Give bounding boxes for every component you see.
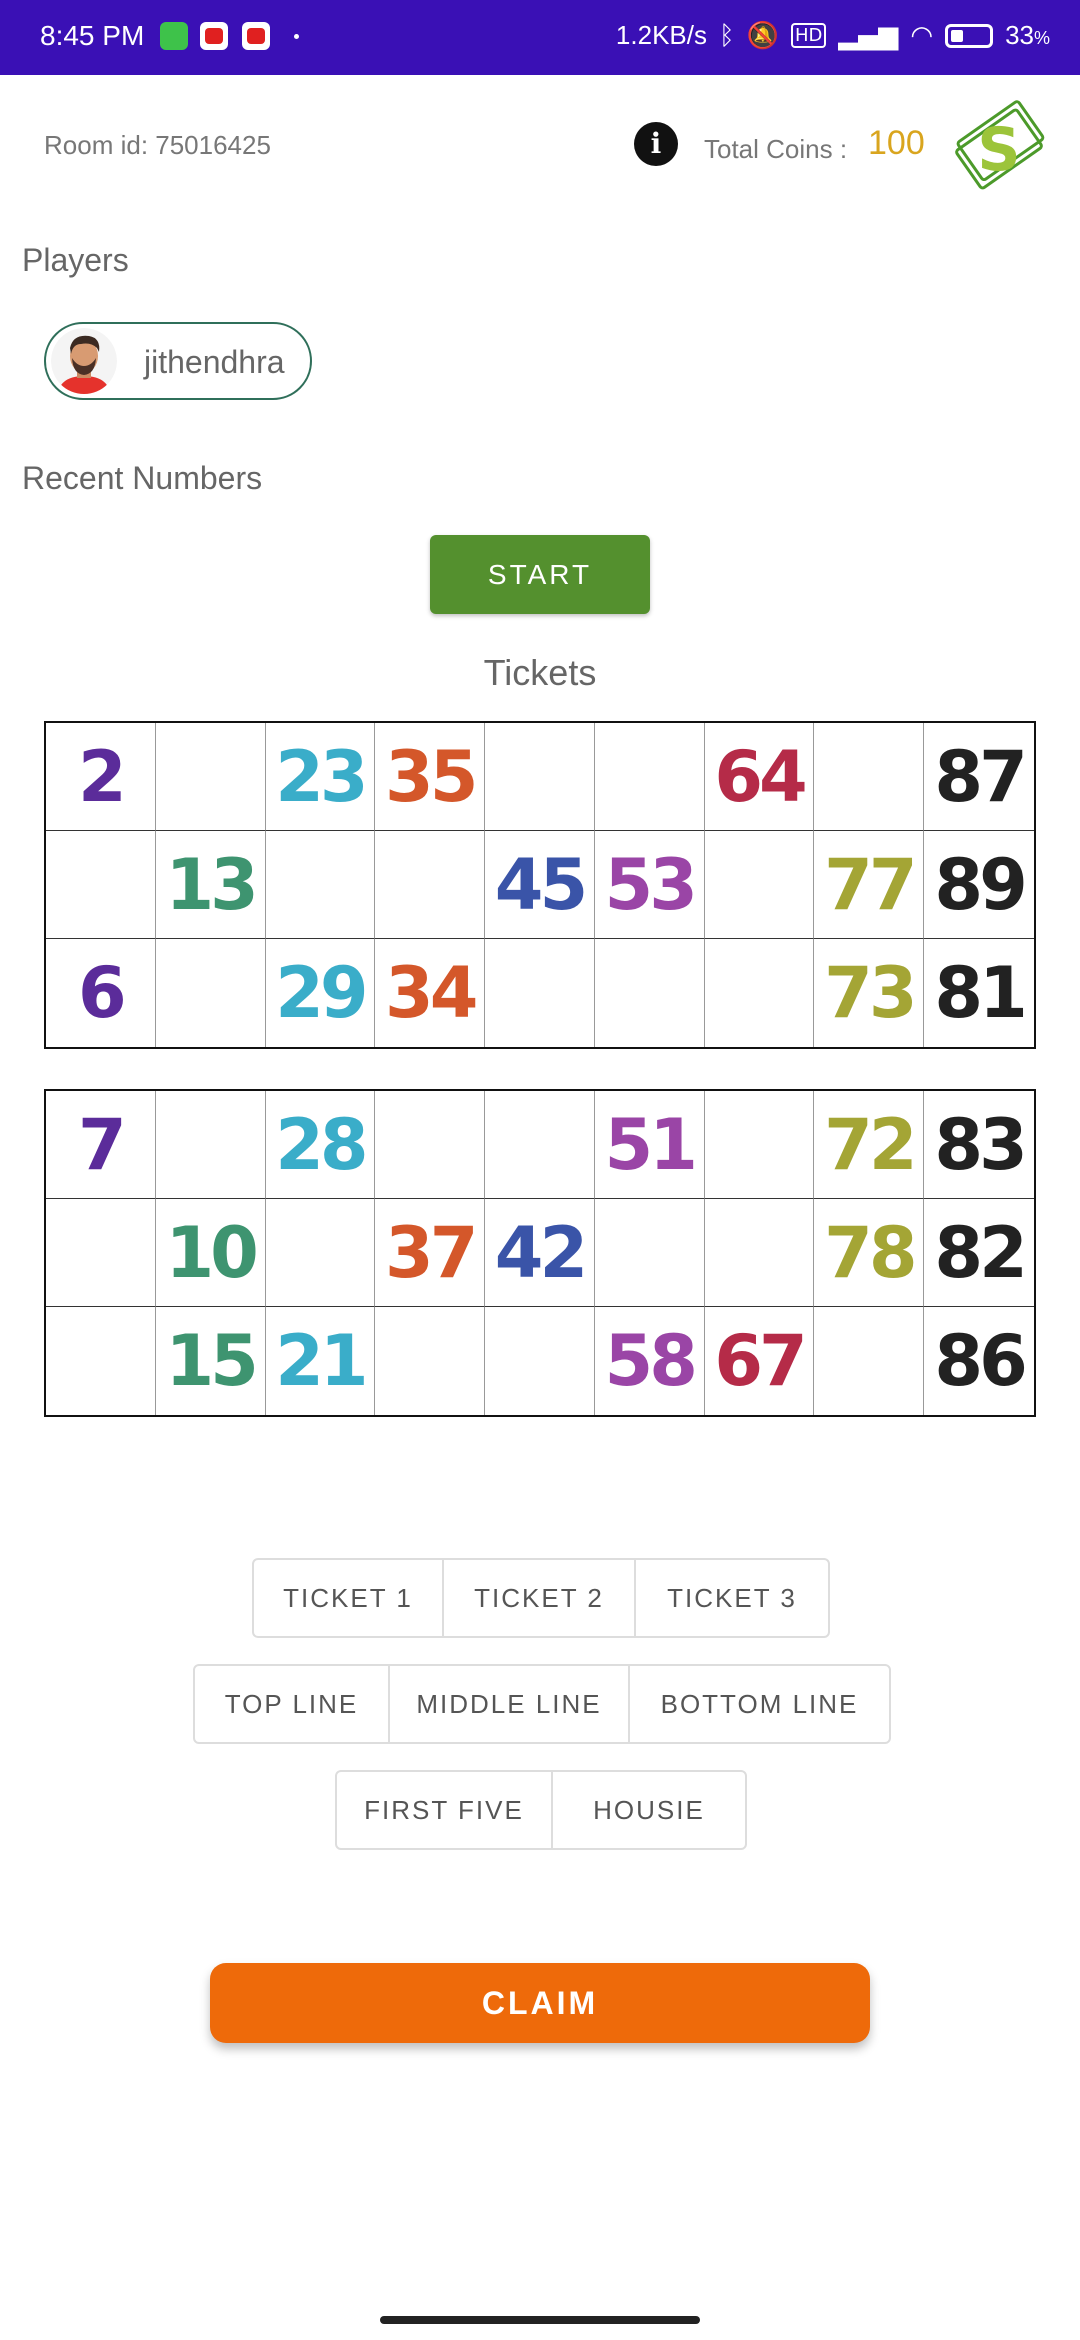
ticket-3-button[interactable]: TICKET 3 — [636, 1560, 828, 1636]
ticket-cell[interactable]: 82 — [924, 1199, 1034, 1307]
ticket-cell[interactable]: 53 — [594, 831, 705, 939]
players-title: Players — [22, 242, 129, 278]
ticket-cell[interactable]: 58 — [595, 1307, 705, 1415]
battery-icon — [945, 23, 994, 48]
ticket-cell[interactable] — [265, 831, 376, 939]
ticket-cell[interactable]: 73 — [814, 939, 925, 1047]
ticket-cell[interactable]: 77 — [814, 831, 925, 939]
ticket-cell[interactable]: 35 — [375, 723, 486, 831]
app-logo-icon: S — [955, 100, 1045, 190]
player-name: jithendhra — [144, 344, 285, 380]
ticket-cell[interactable]: 51 — [594, 1091, 705, 1199]
youtube-notification-icon — [200, 22, 228, 50]
room-id: Room id: 75016425 — [44, 130, 271, 160]
ticket-cell[interactable] — [595, 939, 705, 1047]
ticket-cell[interactable]: 72 — [814, 1091, 925, 1199]
ticket-cell[interactable] — [704, 1091, 815, 1199]
ticket-1-button[interactable]: TICKET 1 — [254, 1560, 444, 1636]
ticket-cell[interactable]: 2 — [46, 723, 156, 831]
mute-icon: 🔕 — [746, 20, 779, 51]
ticket-cell[interactable]: 15 — [156, 1307, 266, 1415]
ticket-cell[interactable] — [594, 1199, 705, 1307]
ticket-cell[interactable] — [705, 939, 815, 1047]
ticket-cell[interactable] — [485, 1307, 595, 1415]
ticket-cell[interactable] — [375, 1091, 486, 1199]
more-notifications-icon — [294, 34, 299, 39]
ticket-grid: 2 23 35 64 87 13 45 53 77 89 6 29 34 73 81 — [44, 721, 1036, 1049]
ticket-cell[interactable]: 23 — [265, 723, 376, 831]
ticket-cell[interactable] — [155, 1091, 266, 1199]
ticket-cell[interactable] — [375, 831, 486, 939]
ticket-cell[interactable]: 87 — [924, 723, 1034, 831]
ticket-cell[interactable]: 64 — [704, 723, 815, 831]
ticket-cell[interactable] — [46, 1199, 156, 1307]
player-chip[interactable]: jithendhra — [44, 322, 312, 400]
ticket-cell[interactable] — [46, 831, 156, 939]
status-bar: 8:45 PM 1.2KB/s ᛒ 🔕 HD ▂▄▆ ◠ 33% — [0, 0, 1080, 75]
ticket-cell[interactable] — [704, 831, 815, 939]
hd-icon: HD — [790, 23, 827, 48]
claim-button[interactable]: CLAIM — [210, 1963, 870, 2043]
ticket-selector: TICKET 1 TICKET 2 TICKET 3 — [252, 1558, 830, 1638]
ticket-cell[interactable]: 29 — [266, 939, 376, 1047]
info-icon[interactable]: i — [634, 122, 678, 166]
ticket-cell[interactable] — [485, 1091, 595, 1199]
ticket-cell[interactable] — [265, 1199, 376, 1307]
ticket-cell[interactable]: 7 — [46, 1091, 156, 1199]
ticket-cell[interactable] — [46, 1307, 156, 1415]
top-line-button[interactable]: TOP LINE — [195, 1666, 390, 1742]
ticket-cell[interactable]: 6 — [46, 939, 156, 1047]
first-five-button[interactable]: FIRST FIVE — [337, 1772, 553, 1848]
ticket-cell[interactable] — [814, 723, 925, 831]
ticket-cell[interactable]: 78 — [814, 1199, 925, 1307]
notification-app-icon — [160, 22, 188, 50]
recent-numbers-title: Recent Numbers — [22, 460, 263, 496]
youtube-notification-icon — [242, 22, 270, 50]
total-coins-value: 100 — [868, 124, 925, 162]
logo-letter: S — [977, 115, 1020, 185]
ticket-cell[interactable]: 34 — [375, 939, 486, 1047]
ticket-cell[interactable] — [485, 723, 595, 831]
ticket-cell[interactable]: 83 — [924, 1091, 1034, 1199]
special-claim-selector: FIRST FIVE HOUSIE — [335, 1770, 747, 1850]
ticket-grid: 7 28 51 72 83 10 37 42 78 82 15 21 58 67 86 — [44, 1089, 1036, 1417]
signal-icon: ▂▄▆ — [838, 20, 899, 51]
tickets-title: Tickets — [483, 652, 597, 693]
ticket-cell[interactable]: 10 — [155, 1199, 266, 1307]
bluetooth-icon: ᛒ — [718, 20, 735, 51]
ticket-cell[interactable]: 21 — [266, 1307, 376, 1415]
ticket-cell[interactable] — [485, 939, 595, 1047]
ticket-cell[interactable] — [594, 723, 705, 831]
ticket-cell[interactable] — [704, 1199, 815, 1307]
ticket-cell[interactable]: 81 — [924, 939, 1034, 1047]
ticket-cell[interactable]: 37 — [375, 1199, 486, 1307]
ticket-cell[interactable]: 86 — [924, 1307, 1034, 1415]
line-selector: TOP LINE MIDDLE LINE BOTTOM LINE — [193, 1664, 891, 1744]
bottom-line-button[interactable]: BOTTOM LINE — [630, 1666, 889, 1742]
ticket-cell[interactable]: 13 — [155, 831, 266, 939]
ticket-cell[interactable] — [156, 939, 266, 1047]
ticket-cell[interactable] — [375, 1307, 486, 1415]
ticket-cell[interactable]: 28 — [265, 1091, 376, 1199]
start-button[interactable]: START — [430, 535, 650, 614]
ticket-cell[interactable]: 89 — [924, 831, 1034, 939]
ticket-2-button[interactable]: TICKET 2 — [444, 1560, 636, 1636]
ticket-cell[interactable]: 67 — [705, 1307, 815, 1415]
avatar — [51, 328, 117, 394]
battery-level: 33 — [1005, 20, 1034, 50]
ticket-cell[interactable] — [814, 1307, 925, 1415]
ticket-cell[interactable]: 45 — [485, 831, 595, 939]
network-speed: 1.2KB/s — [615, 20, 707, 50]
ticket-cell[interactable] — [155, 723, 266, 831]
wifi-icon: ◠ — [910, 20, 934, 51]
middle-line-button[interactable]: MIDDLE LINE — [390, 1666, 630, 1742]
home-indicator[interactable] — [380, 2316, 700, 2324]
total-coins-label: Total Coins : — [704, 134, 848, 164]
housie-button[interactable]: HOUSIE — [553, 1772, 745, 1848]
ticket-cell[interactable]: 42 — [485, 1199, 595, 1307]
status-time: 8:45 PM — [40, 20, 145, 51]
